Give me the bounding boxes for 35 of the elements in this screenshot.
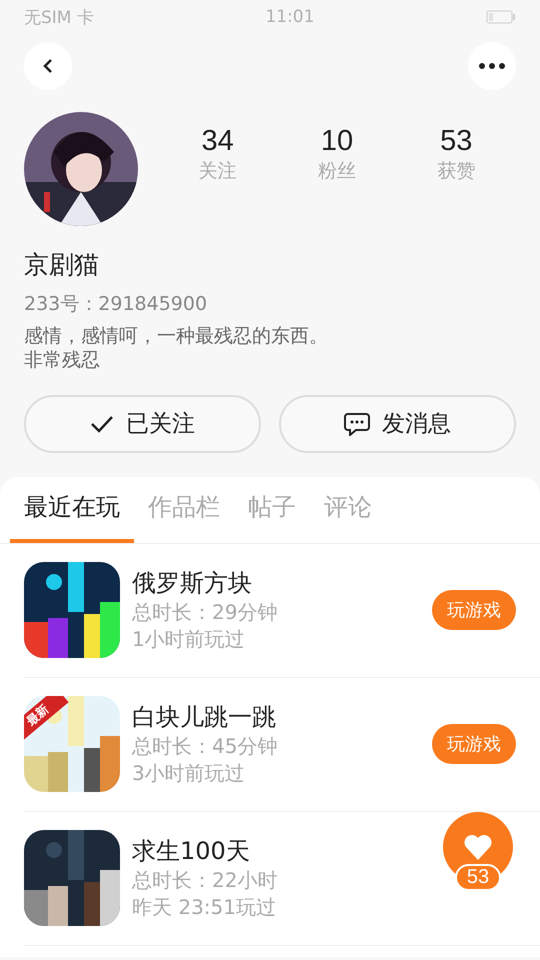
user-name: 京剧猫 — [24, 249, 100, 281]
last-played: 昨天 23:51玩过 — [132, 894, 276, 921]
stat-label: 获赞 — [437, 158, 476, 184]
stat-count: 10 — [320, 124, 354, 158]
more-button[interactable] — [468, 42, 516, 90]
bio-text: 感情，感情呵，一种最残忍的东西。 — [24, 325, 329, 349]
stat-label: 粉丝 — [318, 158, 356, 184]
play-duration: 总时长：45分钟 — [132, 733, 278, 760]
more-icon — [478, 62, 506, 70]
game-title: 俄罗斯方块 — [132, 568, 252, 599]
check-icon — [90, 414, 114, 434]
tab[interactable]: 作品栏 — [134, 476, 234, 542]
play-button[interactable]: 玩游戏 — [432, 724, 516, 764]
carrier-text: 无SIM 卡 — [24, 6, 94, 28]
stat-count: 53 — [440, 124, 472, 158]
bio-text: 非常残忍 — [24, 348, 101, 372]
game-title: 求生100天 — [132, 836, 250, 867]
tab[interactable]: 帖子 — [234, 476, 310, 542]
tab[interactable]: 评论 — [310, 476, 386, 542]
play-button[interactable]: 玩游戏 — [432, 590, 516, 630]
game-title: 白块儿跳一跳 — [132, 702, 276, 733]
battery-icon — [486, 10, 516, 24]
last-played: 1小时前玩过 — [132, 626, 245, 653]
tab[interactable]: 最近在玩 — [10, 476, 134, 542]
stat-label: 关注 — [198, 158, 237, 184]
clock-text: 11:01 — [265, 7, 314, 27]
play-duration: 总时长：29分钟 — [132, 599, 278, 626]
play-duration: 总时长：22小时 — [132, 867, 278, 894]
user-id: 233号：291845900 — [24, 292, 208, 317]
stat-count: 34 — [202, 124, 234, 158]
last-played: 3小时前玩过 — [132, 760, 245, 787]
message-button[interactable]: 发消息 — [279, 394, 516, 452]
follow-button[interactable]: 已关注 — [24, 394, 261, 452]
heart-icon — [463, 833, 493, 861]
chat-icon — [344, 412, 370, 436]
